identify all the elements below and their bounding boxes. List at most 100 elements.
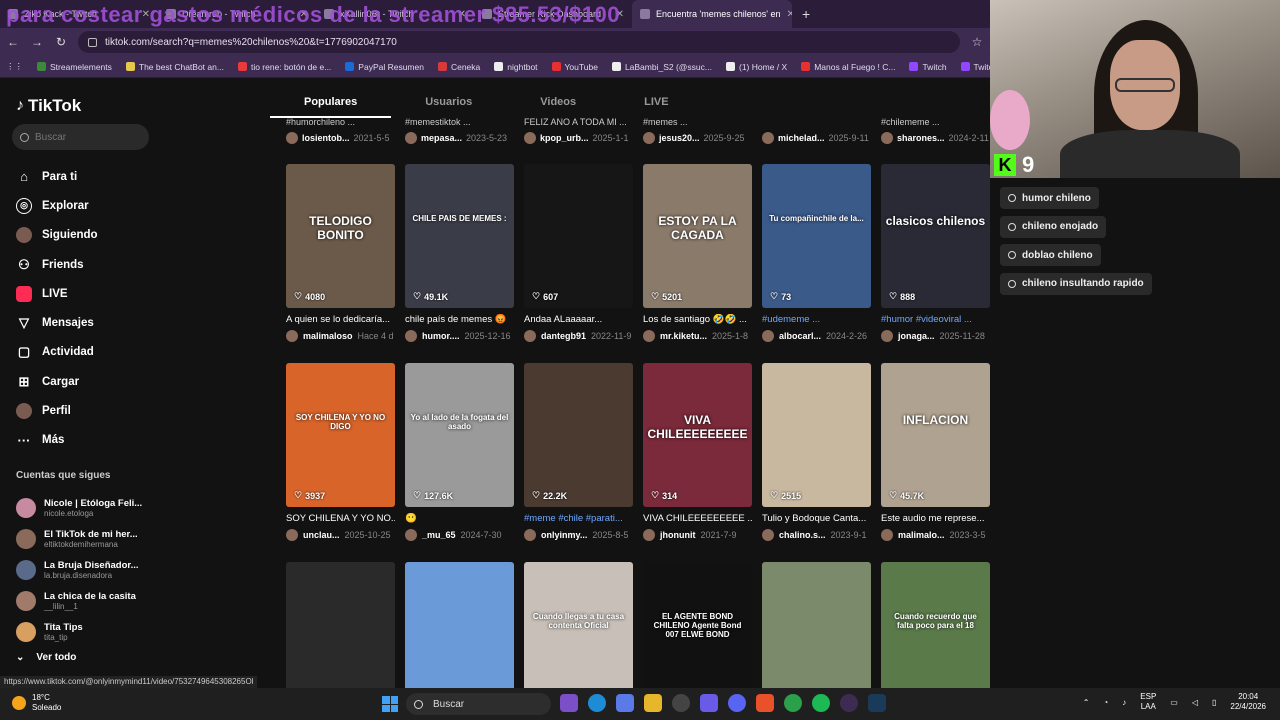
video-author[interactable]: onlyinmy... (541, 530, 587, 540)
video-author[interactable]: chalino.s... (779, 530, 826, 540)
video-card[interactable]: ♡ 2515 Tulio y Bodoque Canta... chalino.s..… (762, 363, 871, 541)
video-author[interactable]: sharones... (897, 133, 945, 143)
video-caption[interactable]: 😶 (405, 513, 514, 525)
video-thumbnail[interactable]: Tu compañinchile de la... ♡ 73 (762, 164, 871, 308)
reload-icon[interactable]: ↻ (54, 35, 68, 49)
video-thumbnail[interactable]: SOY CHILENA Y YO NO DIGO ♡ 3937 (286, 363, 395, 507)
video-author[interactable]: jesus20... (659, 133, 700, 143)
bookmark-item[interactable]: PayPal Resumen (345, 62, 424, 72)
bookmark-item[interactable]: Twitch (909, 62, 947, 72)
bookmark-item[interactable]: nightbot (494, 62, 538, 72)
back-icon[interactable]: ← (6, 35, 20, 49)
video-thumbnail[interactable]: CHILE PAIS DE MEMES : ♡ 49.1K (405, 164, 514, 308)
video-author[interactable]: dantegb91 (541, 331, 586, 341)
tab-live[interactable]: LIVE (610, 96, 702, 118)
app-icon[interactable] (560, 694, 578, 712)
browser-tab[interactable]: xXallin0Bt - Twitch ✕ (316, 0, 474, 28)
video-caption[interactable]: chile país de memes 😡 (405, 314, 514, 326)
github-icon[interactable] (672, 694, 690, 712)
close-icon[interactable]: ✕ (458, 9, 466, 20)
video-author[interactable]: jhonunit (660, 530, 696, 540)
close-icon[interactable]: ✕ (142, 9, 150, 20)
video-card[interactable]: VIVA CHILEEEEEEEEE ♡ 314 VIVA CHILEEEEEEEEE… (643, 363, 752, 541)
video-author[interactable]: mr.kiketu... (660, 331, 707, 341)
video-thumbnail[interactable]: TELODIGO BONITO ♡ 4080 (286, 164, 395, 308)
video-caption[interactable]: Los de santiago 🤣🤣 ... (643, 314, 752, 326)
brave-icon[interactable] (756, 694, 774, 712)
clock[interactable]: 20:04 22/4/2026 (1230, 692, 1266, 712)
video-card[interactable]: EL AGENTE BOND CHILENO Agente Bond 007 E… (643, 562, 752, 688)
video-author[interactable]: albocarl... (779, 331, 821, 341)
video-author[interactable]: mepasa... (421, 133, 462, 143)
tab-videos[interactable]: Videos (506, 96, 610, 118)
video-author[interactable]: malimalo... (898, 530, 945, 540)
search-suggestion[interactable]: humor chileno (1000, 187, 1099, 209)
bookmark-item[interactable]: (1) Home / X (726, 62, 787, 72)
sidebar-item-perfil[interactable]: Perfil (16, 396, 98, 425)
steam-icon[interactable] (868, 694, 886, 712)
video-caption[interactable]: SOY CHILENA Y YO NO... (286, 513, 395, 525)
video-card[interactable]: ♡ 22.2K #meme #chile #parati... onlyinmy...… (524, 363, 633, 541)
weather-widget[interactable]: 18°C Soleado (12, 693, 61, 713)
sidebar-item-live[interactable]: LIVE (16, 279, 98, 308)
url-field[interactable]: tiktok.com/search?q=memes%20chilenos%20&… (78, 31, 960, 53)
video-card[interactable]: TELODIGO BONITO ♡ 4080 A quien se lo dedica… (286, 164, 395, 342)
video-card[interactable] (405, 562, 514, 688)
video-caption[interactable]: Este audio me represe... (881, 513, 990, 525)
browser-tab[interactable]: Ziko Kack - Twitch ✕ (0, 0, 158, 28)
video-thumbnail[interactable] (762, 562, 871, 688)
spotify-icon[interactable] (812, 694, 830, 712)
video-card[interactable]: SOY CHILENA Y YO NO DIGO ♡ 3937 SOY CHILENA… (286, 363, 395, 541)
search-box[interactable] (12, 124, 149, 150)
video-thumbnail[interactable] (405, 562, 514, 688)
video-card[interactable]: INFLACION ♡ 45.7K Este audio me represe... m… (881, 363, 990, 541)
copilot-icon[interactable] (616, 694, 634, 712)
video-thumbnail[interactable]: Cuando recuerdo que falta poco para el 1… (881, 562, 990, 688)
video-thumbnail[interactable]: INFLACION ♡ 45.7K (881, 363, 990, 507)
search-suggestion[interactable]: doblao chileno (1000, 244, 1101, 266)
video-thumbnail[interactable]: ♡ 607 (524, 164, 633, 308)
sidebar-item-explorar[interactable]: ◎ Explorar (16, 191, 98, 220)
mic-icon[interactable]: ♪ (1122, 698, 1126, 707)
video-caption[interactable]: Tulio y Bodoque Canta... (762, 513, 871, 525)
video-card-partial[interactable]: #humorchileno ... losientob... 2021-5-5 (286, 118, 396, 144)
volume-icon[interactable]: ◁ (1192, 698, 1198, 707)
star-icon[interactable]: ☆ (970, 35, 984, 49)
folder-icon[interactable] (644, 694, 662, 712)
forward-icon[interactable]: → (30, 35, 44, 49)
close-icon[interactable]: ✕ (300, 9, 308, 20)
edge-icon[interactable] (588, 694, 606, 712)
video-thumbnail[interactable]: ESTOY PA LA CAGADA ♡ 5201 (643, 164, 752, 308)
video-card[interactable]: clasicos chilenos ♡ 888 #humor #videoviral … (881, 164, 990, 342)
search-suggestion[interactable]: chileno insultando rapido (1000, 272, 1152, 295)
sidebar-item-siguiendo[interactable]: Siguiendo (16, 221, 98, 250)
browser-tab[interactable]: Dreamrub - Twitch ✕ (158, 0, 316, 28)
taskbar-search[interactable]: Buscar (406, 693, 551, 715)
tab-populares[interactable]: Populares (270, 96, 392, 118)
wifi-icon[interactable]: ▭ (1170, 698, 1178, 707)
video-card[interactable] (762, 562, 871, 688)
video-author[interactable]: malimaloso (303, 331, 353, 341)
video-author[interactable]: humor.... (422, 331, 460, 341)
video-caption[interactable]: #meme #chile #parati... (524, 513, 633, 525)
video-author[interactable]: michelad... (778, 133, 825, 143)
video-card[interactable]: Cuando recuerdo que falta poco para el 1… (881, 562, 990, 688)
video-card[interactable]: Yo al lado de la fogata del asado ♡ 127.6K… (405, 363, 514, 541)
chrome-icon[interactable] (784, 694, 802, 712)
sidebar-item-actividad[interactable]: ▢ Actividad (16, 338, 98, 367)
bookmark-item[interactable]: Streamelements (37, 62, 112, 72)
sidebar-item-más[interactable]: ··· Más (16, 426, 98, 455)
sidebar-item-para-ti[interactable]: ⌂ Para ti (16, 162, 98, 191)
network-icon[interactable]: ◔ (1103, 698, 1108, 707)
sidebar-item-mensajes[interactable]: ▽ Mensajes (16, 308, 98, 337)
video-card[interactable]: ♡ 607 Andaa ALaaaaar... dantegb91 2022-11-9 (524, 164, 633, 342)
video-thumbnail[interactable]: ♡ 2515 (762, 363, 871, 507)
site-info-icon[interactable] (88, 37, 97, 47)
video-caption[interactable]: #udememe ... (762, 314, 871, 326)
sidebar-item-friends[interactable]: ⚇ Friends (16, 250, 98, 279)
bookmark-item[interactable]: Manos al Fuego ! C... (801, 62, 895, 72)
new-tab-button[interactable]: + (792, 6, 820, 22)
apps-grid-icon[interactable]: ⋮⋮ (6, 61, 23, 72)
video-card-partial[interactable]: michelad... 2025-9-11 (762, 118, 872, 144)
video-author[interactable]: losientob... (302, 133, 350, 143)
